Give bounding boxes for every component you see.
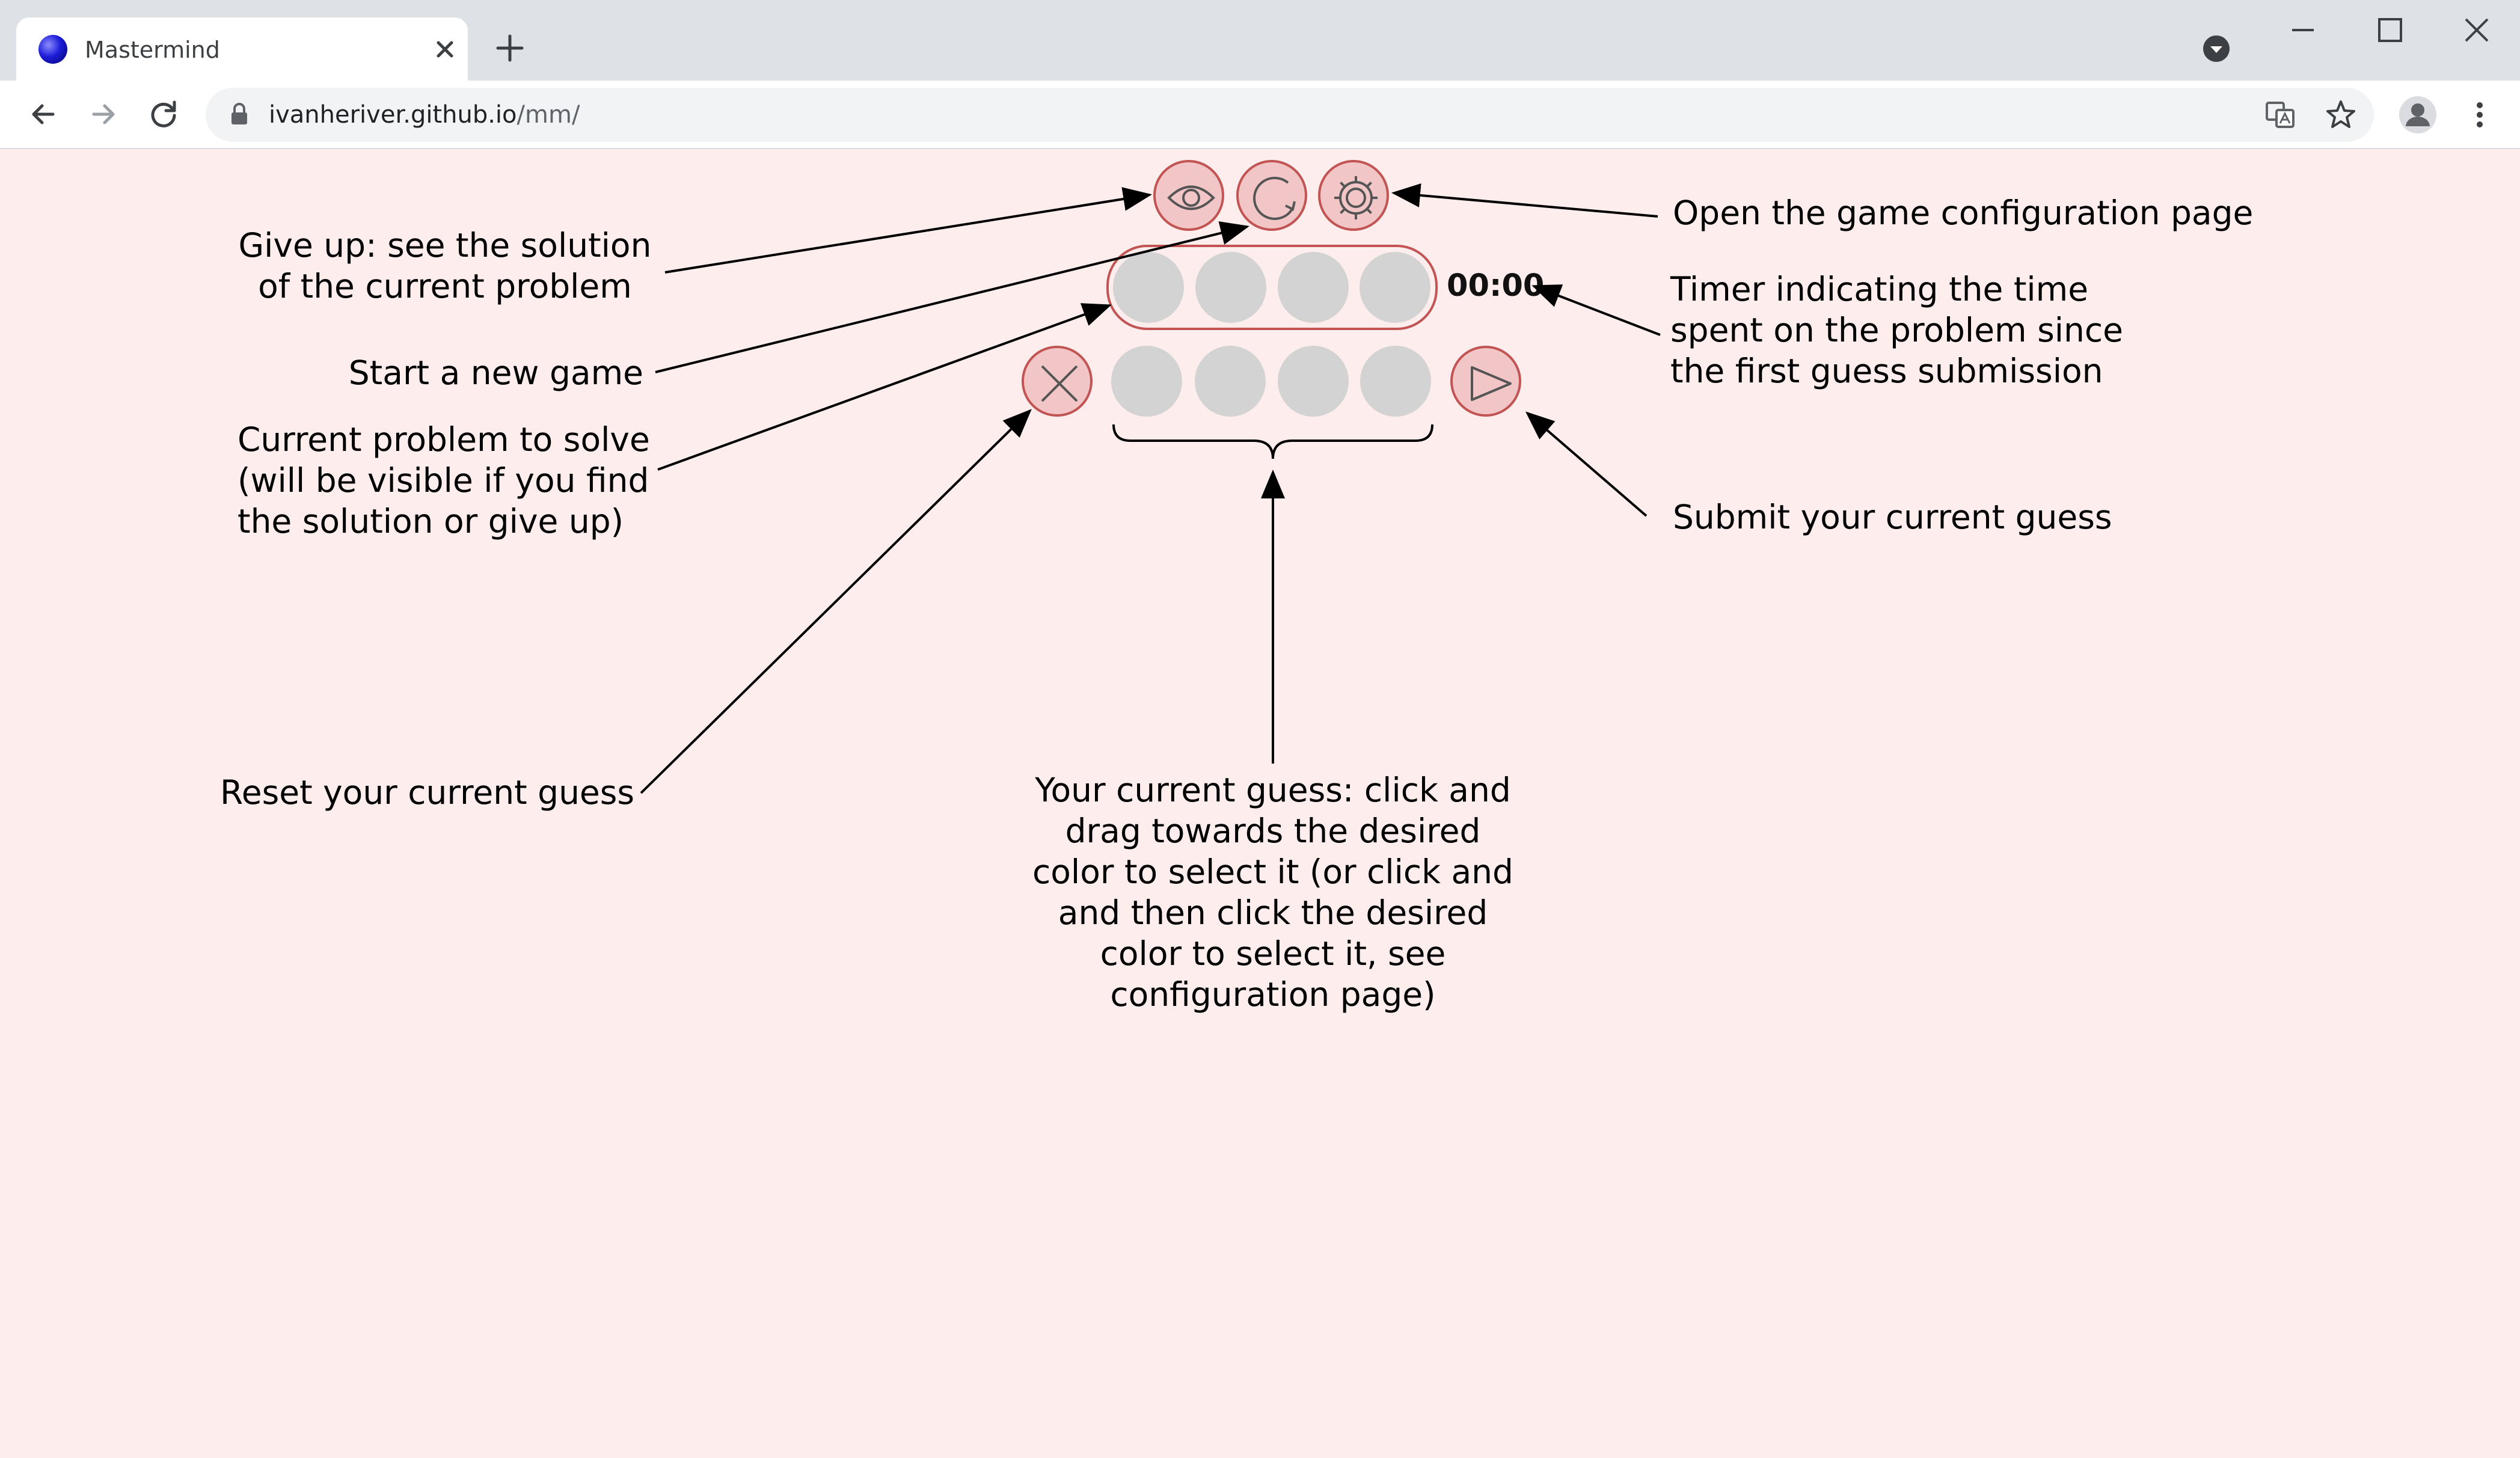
code-peg — [1113, 252, 1184, 323]
maximize-window-icon[interactable] — [2372, 12, 2408, 48]
tab-search-dropdown-icon[interactable] — [2202, 34, 2231, 63]
guess-peg-slot[interactable] — [1278, 346, 1349, 417]
annotation-new-game: Start a new game — [348, 354, 643, 392]
browser-tab[interactable]: Mastermind — [16, 17, 468, 81]
annotation-submit-guess: Submit your current guess — [1673, 498, 2112, 536]
lock-icon[interactable] — [226, 101, 253, 127]
close-tab-icon[interactable] — [429, 33, 461, 66]
profile-avatar-icon[interactable] — [2398, 95, 2438, 135]
reset-guess-button[interactable] — [1022, 346, 1093, 417]
bookmark-star-icon[interactable] — [2324, 98, 2358, 132]
address-bar[interactable]: ivanheriver.github.io/mm/ — [206, 88, 2374, 142]
close-window-icon[interactable] — [2459, 12, 2495, 48]
tab-title: Mastermind — [85, 37, 220, 63]
annotation-give-up: Give up: see the solution of the current… — [238, 226, 652, 305]
gear-icon — [1334, 176, 1378, 219]
forward-icon[interactable] — [84, 95, 123, 133]
annotation-current-guess: Your current guess: click and drag towar… — [1032, 771, 1513, 1014]
guess-peg-slot[interactable] — [1195, 346, 1266, 417]
play-icon — [1471, 366, 1512, 401]
give-up-button[interactable] — [1153, 160, 1224, 231]
url-path: /mm/ — [517, 101, 580, 129]
mastermind-favicon-icon — [38, 35, 67, 64]
code-peg — [1278, 252, 1349, 323]
guess-peg-slot[interactable] — [1111, 346, 1182, 417]
eye-icon — [1167, 185, 1215, 210]
annotation-current-problem: Current problem to solve (will be visibl… — [238, 420, 650, 541]
back-icon[interactable] — [24, 95, 63, 133]
code-peg — [1195, 252, 1266, 323]
annotation-reset-guess: Reset your current guess — [220, 773, 635, 812]
translate-icon[interactable] — [2263, 98, 2297, 132]
new-game-button[interactable] — [1236, 160, 1307, 231]
code-peg — [1360, 252, 1430, 323]
annotation-config: Open the game configuration page — [1673, 194, 2254, 232]
minimize-window-icon[interactable] — [2285, 12, 2321, 48]
reload-icon[interactable] — [144, 95, 183, 133]
guess-peg-slot[interactable] — [1360, 346, 1431, 417]
new-tab-icon[interactable] — [492, 30, 528, 66]
annotation-timer: Timer indicating the time spent on the p… — [1670, 270, 2123, 390]
url-host: ivanheriver.github.io — [269, 101, 517, 129]
x-icon — [1041, 365, 1078, 402]
settings-button[interactable] — [1318, 160, 1389, 231]
kebab-menu-icon[interactable] — [2463, 98, 2497, 132]
refresh-icon — [1253, 176, 1296, 220]
game-timer: 00:00 — [1447, 268, 1545, 304]
submit-guess-button[interactable] — [1450, 346, 1521, 417]
url-text[interactable]: ivanheriver.github.io/mm/ — [269, 100, 580, 130]
